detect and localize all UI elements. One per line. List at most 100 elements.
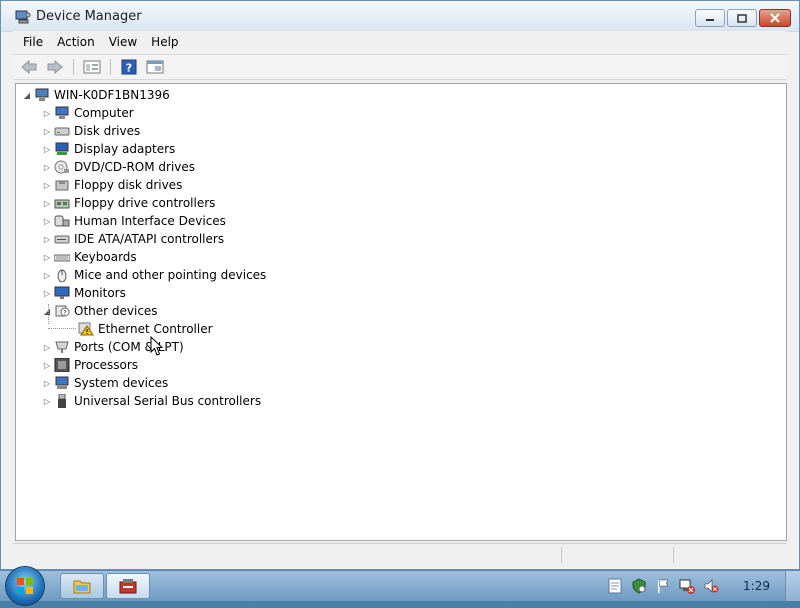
computer-root-icon: [34, 88, 50, 102]
tree-item-label: Keyboards: [74, 250, 137, 264]
show-desktop-button[interactable]: [785, 571, 800, 601]
tree-item-human-interface-devices[interactable]: ▷ Human Interface Devices: [42, 212, 226, 230]
hid-icon: [54, 214, 70, 228]
tree-item-label: Ports (COM & LPT): [74, 340, 184, 354]
tree-item-label: System devices: [74, 376, 169, 390]
properties-icon[interactable]: [82, 58, 102, 76]
tree-item-processors[interactable]: ▷ Processors: [42, 356, 138, 374]
taskbar-explorer-button[interactable]: [60, 573, 104, 599]
tree-item-keyboards[interactable]: ▷ Keyboards: [42, 248, 137, 266]
tree-item-system-devices[interactable]: ▷ System devices: [42, 374, 168, 392]
menu-action[interactable]: Action: [57, 35, 95, 49]
tree-item-label: Universal Serial Bus controllers: [74, 394, 262, 408]
network-error-icon[interactable]: [679, 578, 696, 594]
minimize-button[interactable]: [695, 9, 725, 27]
help-icon[interactable]: ?: [119, 58, 139, 76]
monitor-icon: [54, 286, 70, 300]
device-manager-icon: [15, 10, 31, 24]
windows-logo-icon: [17, 578, 33, 594]
expand-arrow-icon[interactable]: ▷: [42, 163, 52, 172]
forward-arrow-icon[interactable]: [45, 58, 65, 76]
menu-bar: File Action View Help: [13, 31, 787, 53]
port-icon: [54, 340, 70, 354]
system-tray: 1:29: [607, 571, 800, 601]
expand-arrow-icon[interactable]: ▷: [42, 181, 52, 190]
unknown-device-icon: ?: [54, 304, 70, 318]
tree-item-other-devices[interactable]: ◢ ? Other devices: [42, 302, 158, 320]
expand-arrow-icon[interactable]: ▷: [42, 343, 52, 352]
close-icon: [770, 13, 780, 23]
toolbar-separator: [110, 59, 111, 75]
tree-item-label: Monitors: [74, 286, 126, 300]
system-device-icon: [54, 376, 70, 390]
collapse-arrow-icon[interactable]: ◢: [22, 91, 32, 100]
expand-arrow-icon[interactable]: ▷: [42, 253, 52, 262]
menu-view[interactable]: View: [109, 35, 137, 49]
tree-item-label: Display adapters: [74, 142, 176, 156]
collapse-arrow-icon[interactable]: ◢: [42, 307, 52, 316]
action-center-flag-icon[interactable]: [655, 578, 671, 594]
disk-drive-icon: [54, 124, 70, 138]
tree-item-label: Mice and other pointing devices: [74, 268, 267, 282]
expand-arrow-icon[interactable]: ▷: [42, 379, 52, 388]
tree-item-disk-drives[interactable]: ▷ Disk drives: [42, 122, 140, 140]
mouse-icon: [54, 268, 70, 282]
expand-arrow-icon[interactable]: ▷: [42, 145, 52, 154]
expand-arrow-icon[interactable]: ▷: [42, 397, 52, 406]
volume-muted-icon[interactable]: [703, 578, 719, 594]
svg-text:?: ?: [63, 309, 67, 317]
notes-icon[interactable]: [607, 578, 623, 594]
close-button[interactable]: [759, 9, 791, 27]
tree-item-floppy-drive-controllers[interactable]: ▷ Floppy drive controllers: [42, 194, 216, 212]
start-button[interactable]: [6, 567, 44, 605]
tree-item-usb-controllers[interactable]: ▷ Universal Serial Bus controllers: [42, 392, 261, 410]
tree-item-display-adapters[interactable]: ▷ Display adapters: [42, 140, 175, 158]
maximize-button[interactable]: [727, 9, 757, 27]
minimize-icon: [706, 19, 714, 21]
tree-item-label: IDE ATA/ATAPI controllers: [74, 232, 225, 246]
toolbar-separator: [73, 59, 74, 75]
processor-icon: [54, 358, 70, 372]
expand-arrow-icon[interactable]: ▷: [42, 235, 52, 244]
expand-arrow-icon[interactable]: ▷: [42, 271, 52, 280]
expand-arrow-icon[interactable]: ▷: [42, 217, 52, 226]
expand-arrow-icon[interactable]: ▷: [42, 109, 52, 118]
tree-item-label: Processors: [74, 358, 139, 372]
tree-item-ethernet-controller[interactable]: Ethernet Controller: [76, 320, 213, 338]
tree-item-label: Computer: [74, 106, 134, 120]
tree-item-label: Other devices: [74, 304, 158, 318]
device-tree: ◢ WIN-K0DF1BN1396 ▷ Computer ▷ Disk driv…: [16, 84, 786, 540]
computer-icon: [54, 106, 70, 120]
dvd-drive-icon: [54, 160, 70, 174]
expand-arrow-icon[interactable]: ▷: [42, 361, 52, 370]
tree-root-label: WIN-K0DF1BN1396: [54, 88, 170, 102]
menu-help[interactable]: Help: [151, 35, 178, 49]
title-bar[interactable]: Device Manager: [1, 1, 799, 32]
tree-item-monitors[interactable]: ▷ Monitors: [42, 284, 126, 302]
tree-item-label: Floppy drive controllers: [74, 196, 216, 210]
device-tree-pane[interactable]: ◢ WIN-K0DF1BN1396 ▷ Computer ▷ Disk driv…: [15, 83, 787, 541]
warning-device-icon: [78, 322, 94, 336]
tree-item-dvd-drives[interactable]: ▷ DVD/CD-ROM drives: [42, 158, 195, 176]
security-center-icon[interactable]: [631, 578, 647, 594]
floppy-controller-icon: [54, 196, 70, 210]
tree-item-ide-controllers[interactable]: ▷ IDE ATA/ATAPI controllers: [42, 230, 224, 248]
tree-item-computer[interactable]: ▷ Computer: [42, 104, 134, 122]
keyboard-icon: [54, 250, 70, 264]
maximize-icon: [737, 13, 747, 23]
expand-arrow-icon[interactable]: ▷: [42, 289, 52, 298]
expand-arrow-icon[interactable]: ▷: [42, 127, 52, 136]
window-title: Device Manager: [36, 9, 142, 24]
expand-arrow-icon[interactable]: ▷: [42, 199, 52, 208]
svg-text:?: ?: [126, 62, 132, 75]
clock[interactable]: 1:29: [743, 579, 770, 593]
menu-file[interactable]: File: [23, 35, 43, 49]
tree-item-mice[interactable]: ▷ Mice and other pointing devices: [42, 266, 266, 284]
taskbar-device-manager-button[interactable]: [106, 573, 150, 599]
back-arrow-icon[interactable]: [19, 58, 39, 76]
tree-item-floppy-disk-drives[interactable]: ▷ Floppy disk drives: [42, 176, 182, 194]
console-icon[interactable]: [145, 58, 165, 76]
status-bar: [13, 543, 787, 566]
floppy-icon: [54, 178, 70, 192]
tree-root[interactable]: ◢ WIN-K0DF1BN1396: [22, 86, 170, 104]
